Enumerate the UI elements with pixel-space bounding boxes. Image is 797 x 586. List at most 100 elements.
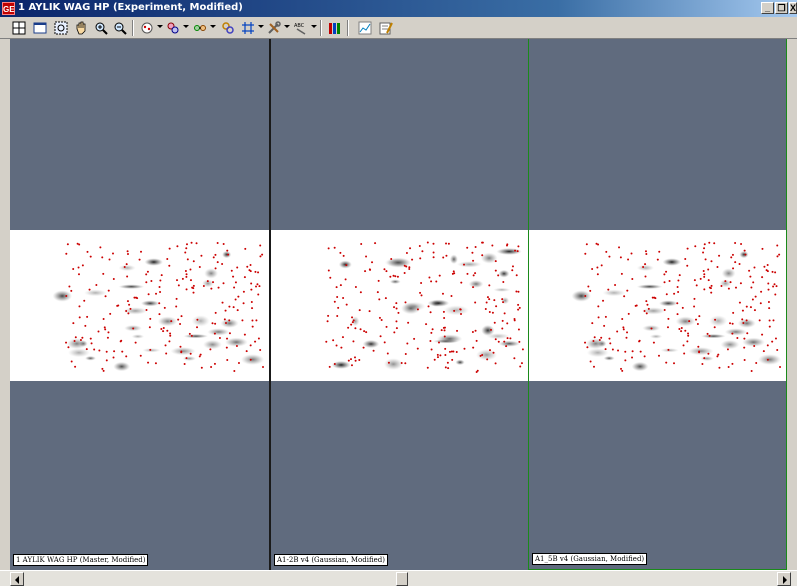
spot-marker: [638, 340, 641, 343]
spot-marker: [495, 305, 498, 308]
spot-marker: [396, 275, 399, 278]
spot-marker: [643, 355, 646, 358]
spot-marker: [656, 258, 659, 261]
spot-marker: [488, 349, 491, 352]
gel-image[interactable]: [529, 230, 786, 381]
spot-marker: [774, 293, 777, 296]
spot-marker: [695, 284, 698, 287]
spot-marker: [352, 319, 355, 322]
grid-overlay-icon[interactable]: [240, 20, 256, 36]
label-abc-dropdown[interactable]: [311, 25, 317, 29]
spot-marker: [741, 309, 744, 312]
label-abc-icon[interactable]: ABC: [293, 20, 309, 36]
spot-marker: [129, 307, 132, 310]
minimize-button[interactable]: _: [761, 2, 774, 14]
spot-marker: [742, 322, 745, 325]
color-bars-icon[interactable]: [327, 20, 343, 36]
spot-marker: [509, 337, 512, 340]
grid-overlay-dropdown[interactable]: [258, 25, 264, 29]
chart-icon[interactable]: [357, 20, 373, 36]
close-button[interactable]: X: [789, 2, 797, 14]
title-bar: GE 1 AYLIK WAG HP (Experiment, Modified)…: [0, 0, 797, 17]
spot-marker: [642, 266, 645, 269]
spot-edit-icon[interactable]: [165, 20, 181, 36]
spot-marker: [447, 242, 450, 245]
spot-marker: [237, 295, 240, 298]
spot-marker: [776, 348, 779, 351]
gel-image[interactable]: [271, 230, 528, 381]
spot-marker: [452, 350, 455, 353]
spot-marker: [116, 304, 119, 307]
gel-pane-a1-2b[interactable]: A1-2B v4 (Gaussian, Modified): [271, 39, 528, 570]
report-edit-icon[interactable]: [378, 20, 394, 36]
spot-marker: [521, 348, 524, 351]
spot-marker: [256, 283, 259, 286]
spot-marker: [228, 319, 231, 322]
spot-marker: [676, 313, 679, 316]
spot-marker: [226, 358, 229, 361]
tools-icon[interactable]: [266, 20, 282, 36]
gel-pane-a1-5b[interactable]: A1_5B v4 (Gaussian, Modified): [529, 39, 787, 570]
spot-marker: [392, 274, 395, 277]
grid-layout-icon[interactable]: [11, 20, 27, 36]
spot-match-dropdown[interactable]: [210, 25, 216, 29]
spot-match-icon[interactable]: [192, 20, 208, 36]
spot-marker: [249, 358, 252, 361]
spot-marker: [336, 295, 339, 298]
scroll-left-button[interactable]: [10, 572, 24, 586]
spot-marker: [213, 332, 216, 335]
spot-marker: [403, 264, 406, 267]
protein-blob: [659, 300, 678, 307]
spot-marker: [345, 303, 348, 306]
pan-hand-icon[interactable]: [73, 20, 89, 36]
spot-marker: [329, 276, 332, 279]
spot-marker: [506, 337, 509, 340]
protein-blob: [83, 289, 107, 297]
spot-marker: [427, 305, 430, 308]
spot-detect-icon[interactable]: [139, 20, 155, 36]
spot-marker: [217, 286, 220, 289]
gel-image[interactable]: [10, 230, 269, 381]
spot-marker: [198, 355, 201, 358]
spot-marker: [93, 348, 96, 351]
spot-marker: [680, 330, 683, 333]
zoom-out-icon[interactable]: [112, 20, 128, 36]
spot-marker: [389, 275, 392, 278]
spot-marker: [416, 347, 419, 350]
protein-blob: [207, 328, 230, 336]
protein-blob: [602, 289, 626, 297]
link-spots-icon[interactable]: [220, 20, 236, 36]
scroll-right-button[interactable]: [777, 572, 791, 586]
window-icon[interactable]: [32, 20, 48, 36]
spot-marker: [149, 348, 152, 351]
spot-marker: [474, 329, 477, 332]
spot-marker: [221, 262, 224, 265]
spot-marker: [729, 322, 732, 325]
horizontal-scrollbar[interactable]: [0, 570, 797, 586]
spot-detect-dropdown[interactable]: [157, 25, 163, 29]
spot-marker: [704, 258, 707, 261]
spot-marker: [511, 269, 514, 272]
spot-marker: [196, 326, 199, 329]
spot-edit-dropdown[interactable]: [183, 25, 189, 29]
spot-marker: [745, 319, 748, 322]
zoom-in-icon[interactable]: [93, 20, 109, 36]
zoom-region-icon[interactable]: [53, 20, 69, 36]
spot-marker: [394, 275, 397, 278]
restore-button[interactable]: ❐: [775, 2, 788, 14]
spot-marker: [413, 337, 416, 340]
spot-marker: [251, 307, 254, 310]
spot-marker: [608, 337, 611, 340]
spot-marker: [126, 253, 129, 256]
spot-marker: [393, 331, 396, 334]
spot-marker: [378, 316, 381, 319]
spot-marker: [717, 353, 720, 356]
tools-dropdown[interactable]: [284, 25, 290, 29]
spot-marker: [76, 242, 79, 245]
gel-viewport[interactable]: 1 AYLIK WAG HP (Master, Modified) A1-2B …: [10, 39, 787, 570]
spot-marker: [86, 315, 89, 318]
spot-marker: [631, 350, 634, 353]
gel-pane-master[interactable]: 1 AYLIK WAG HP (Master, Modified): [10, 39, 269, 570]
scroll-thumb[interactable]: [396, 572, 408, 586]
spot-marker: [163, 306, 166, 309]
